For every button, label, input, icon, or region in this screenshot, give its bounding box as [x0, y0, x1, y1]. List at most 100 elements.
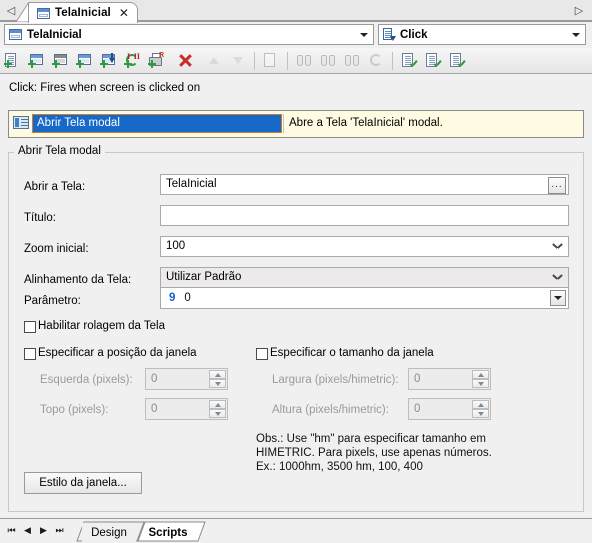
spinner-up-icon[interactable] — [472, 400, 489, 409]
spinner-up-icon[interactable] — [472, 370, 489, 379]
title-field-label: Título: — [24, 212, 56, 224]
find-previous-icon[interactable] — [341, 50, 363, 72]
spinner-down-icon[interactable] — [472, 409, 489, 418]
top-spinner[interactable]: 0 — [145, 398, 228, 420]
width-spinner-value: 0 — [414, 373, 421, 385]
script-check-2-icon[interactable] — [422, 50, 444, 72]
title-field-input[interactable] — [160, 205, 569, 226]
enable-scroll-label: Habilitar rolagem da Tela — [38, 320, 165, 332]
loop-action-icon[interactable]: I II — [121, 50, 143, 72]
chevron-down-icon[interactable] — [553, 274, 562, 280]
object-event-bar: TelaInicial Click — [0, 22, 592, 48]
nav-first-icon[interactable]: ⏮ — [4, 523, 19, 538]
spinner-down-icon[interactable] — [209, 379, 226, 388]
new-screen-action-icon[interactable] — [25, 50, 47, 72]
left-spinner-buttons[interactable] — [209, 370, 226, 388]
height-spinner-buttons[interactable] — [472, 400, 489, 418]
event-combo[interactable]: Click — [378, 24, 586, 45]
action-list: Abrir Tela modal Abre a Tela 'TelaInicia… — [8, 110, 584, 138]
script-editor-window: ◁ ▷ TelaInicial ✕ TelaInicial Click I II… — [0, 0, 592, 542]
top-spinner-buttons[interactable] — [209, 400, 226, 418]
height-spinner-value: 0 — [414, 403, 421, 415]
chevron-down-icon[interactable] — [553, 243, 562, 249]
document-tab-strip: ◁ ▷ TelaInicial ✕ — [0, 0, 592, 23]
action-description-cell: Abre a Tela 'TelaInicial' modal. — [283, 113, 581, 133]
event-hint-bar: Click: Fires when screen is clicked on — [0, 74, 592, 102]
parameter-field-label: Parâmetro: — [24, 295, 81, 307]
script-event-icon — [383, 28, 396, 41]
object-combo-value: TelaInicial — [27, 28, 82, 41]
move-up-icon[interactable] — [203, 50, 225, 72]
open-modal-screen-icon — [12, 115, 30, 131]
tab-design[interactable]: Design — [82, 523, 136, 542]
top-spinner-value: 0 — [151, 403, 158, 415]
screen-field-label: Abrir a Tela: — [24, 181, 86, 193]
toolbar-separator-2 — [287, 51, 288, 70]
alignment-combo[interactable]: Utilizar Padrão — [160, 267, 569, 288]
bottom-tab-bar: ⏮ ◀ ▶ ⏭ Design Scripts — [0, 518, 592, 542]
edit-properties-icon[interactable] — [260, 50, 282, 72]
nav-next-icon[interactable]: ▶ — [36, 523, 51, 538]
spinner-down-icon[interactable] — [209, 409, 226, 418]
parameter-dropdown-button[interactable] — [550, 290, 566, 306]
zoom-field-label: Zoom inicial: — [24, 243, 89, 255]
zoom-combo-value: 100 — [166, 240, 186, 252]
width-spinner-label: Largura (pixels/himetric): — [272, 374, 399, 386]
action-toolbar: I II R — [0, 48, 592, 74]
enable-scroll-checkbox[interactable] — [24, 321, 36, 333]
close-icon[interactable]: ✕ — [117, 7, 131, 19]
tab-scripts[interactable]: Scripts — [139, 523, 197, 542]
window-style-button[interactable]: Estilo da janela... — [24, 472, 142, 494]
new-window-action-icon[interactable] — [73, 50, 95, 72]
spinner-up-icon[interactable] — [209, 400, 226, 409]
screen-field-input[interactable]: TelaInicial ... — [160, 174, 569, 195]
event-combo-value: Click — [400, 28, 428, 41]
script-check-1-icon[interactable] — [398, 50, 420, 72]
spinner-down-icon[interactable] — [472, 379, 489, 388]
nav-last-icon[interactable]: ⏭ — [52, 523, 67, 538]
event-hint-text: Click: Fires when screen is clicked on — [9, 82, 201, 94]
toolbar-separator-3 — [392, 51, 393, 70]
width-spinner-buttons[interactable] — [472, 370, 489, 388]
specify-position-checkbox[interactable] — [24, 348, 36, 360]
document-tab-label: TelaInicial — [55, 7, 111, 19]
action-list-row[interactable]: Abrir Tela modal Abre a Tela 'TelaInicia… — [11, 113, 581, 133]
new-image-action-icon[interactable] — [49, 50, 71, 72]
zoom-combo[interactable]: 100 — [160, 236, 569, 257]
window-icon — [37, 7, 50, 19]
parameter-field-input[interactable]: 90 — [160, 287, 569, 309]
object-combo[interactable]: TelaInicial — [4, 24, 374, 45]
nav-previous-icon[interactable]: ◀ — [20, 523, 35, 538]
spinner-up-icon[interactable] — [209, 370, 226, 379]
left-spinner-label: Esquerda (pixels): — [40, 374, 133, 386]
specify-size-label: Especificar o tamanho da janela — [270, 347, 434, 359]
height-spinner[interactable]: 0 — [408, 398, 491, 420]
action-name-cell[interactable]: Abrir Tela modal — [32, 113, 282, 133]
top-spinner-label: Topo (pixels): — [40, 404, 109, 416]
move-down-icon[interactable] — [227, 50, 249, 72]
action-properties-group-title: Abrir Tela modal — [14, 145, 105, 157]
script-check-3-icon[interactable] — [446, 50, 468, 72]
new-script-action-icon[interactable] — [1, 50, 23, 72]
height-spinner-label: Altura (pixels/himetric): — [272, 404, 389, 416]
find-next-icon[interactable] — [317, 50, 339, 72]
tab-scroll-right-icon[interactable]: ▷ — [572, 3, 586, 19]
screen-field-value: TelaInicial — [166, 178, 217, 190]
browse-screen-button[interactable]: ... — [548, 177, 566, 194]
refresh-icon[interactable] — [365, 50, 387, 72]
left-spinner[interactable]: 0 — [145, 368, 228, 390]
chevron-down-icon[interactable] — [356, 27, 371, 42]
chevron-down-icon[interactable] — [568, 27, 583, 42]
specify-size-checkbox[interactable] — [256, 348, 268, 360]
print-action-icon[interactable]: R — [145, 50, 167, 72]
toolbar-separator-1 — [254, 51, 255, 70]
find-icon[interactable] — [293, 50, 315, 72]
delete-action-icon[interactable] — [174, 50, 196, 72]
alignment-combo-value: Utilizar Padrão — [166, 271, 242, 283]
download-action-icon[interactable] — [97, 50, 119, 72]
tab-design-label: Design — [91, 526, 127, 539]
width-spinner[interactable]: 0 — [408, 368, 491, 390]
left-spinner-value: 0 — [151, 373, 158, 385]
document-tab-telainicial[interactable]: TelaInicial ✕ — [28, 2, 138, 23]
window-icon — [9, 29, 22, 40]
